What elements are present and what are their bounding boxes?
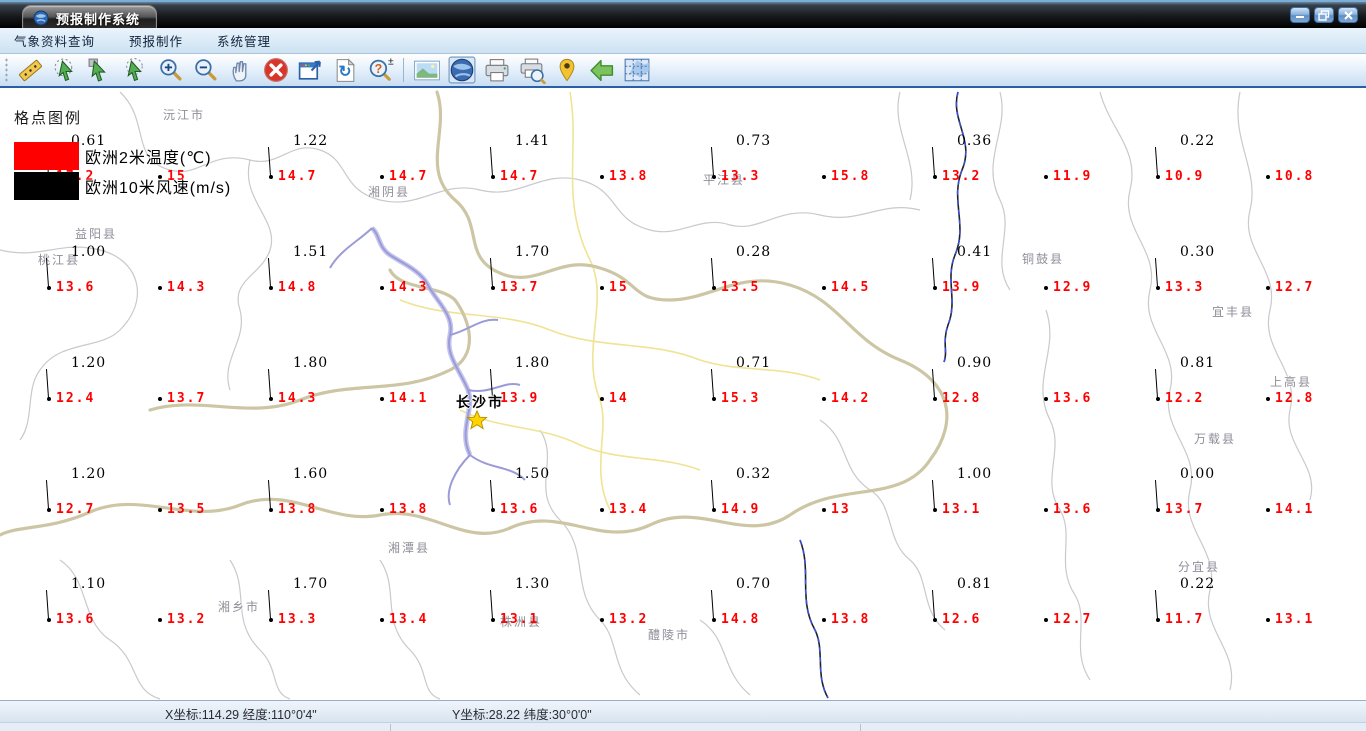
legend-title: 格点图例 (14, 110, 83, 127)
grid-data-icon (624, 58, 649, 82)
print-preview-button[interactable] (514, 55, 549, 85)
app-globe-icon (33, 10, 49, 26)
status-x-coordinate: X坐标:114.29 经度:110°0'4" (165, 708, 317, 722)
measure-ruler-icon (18, 59, 43, 81)
grid-data-button[interactable] (619, 55, 654, 85)
svg-text:±: ± (388, 57, 394, 67)
zoom-in-icon (160, 58, 182, 80)
close-button[interactable] (1338, 7, 1358, 23)
menu-system-management[interactable]: 系统管理 (217, 31, 271, 50)
print-icon (485, 58, 508, 81)
legend-item-temperature: 欧洲2米温度(℃) (14, 141, 231, 171)
measure-ruler-button[interactable] (13, 55, 48, 85)
back-arrow-button[interactable] (584, 55, 619, 85)
titlebar: 预报制作系统 (0, 0, 1366, 30)
identify-query-icon: ? ± (369, 57, 394, 81)
stop-icon (263, 58, 288, 82)
toolbar: ↻ ? ± (0, 54, 1366, 88)
image-export-button[interactable] (409, 55, 444, 85)
status-strip-separator (860, 724, 861, 731)
toolbar-separator (403, 58, 404, 82)
export-window-button[interactable] (293, 55, 328, 85)
menu-forecast-making[interactable]: 预报制作 (129, 31, 183, 50)
capital-star-icon (466, 410, 488, 430)
zoom-in-button[interactable] (153, 55, 188, 85)
select-arrow-icon (88, 58, 106, 82)
app-title: 预报制作系统 (56, 11, 141, 27)
print-button[interactable] (479, 55, 514, 85)
restore-icon (1318, 9, 1330, 21)
zoom-out-icon (195, 58, 217, 80)
minimize-icon (1296, 16, 1304, 18)
refresh-button[interactable]: ↻ (328, 55, 363, 85)
status-strip (0, 722, 1366, 731)
close-icon (1343, 10, 1353, 20)
select-features-button[interactable] (48, 55, 83, 85)
pan-hand-icon (232, 60, 247, 82)
map-legend: 格点图例 欧洲2米温度(℃) 欧洲10米风速(m/s) (14, 107, 231, 201)
identify-button[interactable]: ? ± (363, 55, 398, 85)
select-features-icon (54, 58, 73, 81)
location-pin-icon (559, 58, 574, 82)
legend-item-wind: 欧洲10米风速(m/s) (14, 171, 231, 201)
toolbar-grip[interactable] (4, 57, 9, 83)
menu-weather-data-query[interactable]: 气象资料查询 (14, 31, 95, 50)
statusbar: X坐标:114.29 经度:110°0'4" Y坐标:28.22 纬度:30°0… (0, 700, 1366, 722)
menubar: 气象资料查询 预报制作 系统管理 (0, 28, 1366, 54)
zoom-out-button[interactable] (188, 55, 223, 85)
app-window: 预报制作系统 气象资料查询 预报制作 系统管理 ↻ ? ± 沅江市 湘阴县 平江… (0, 0, 1366, 731)
export-window-icon (298, 60, 321, 80)
print-preview-icon (520, 58, 546, 84)
deselect-button[interactable] (118, 55, 153, 85)
minimize-button[interactable] (1290, 7, 1310, 23)
app-title-tab: 预报制作系统 (22, 5, 158, 30)
refresh-page-icon: ↻ (336, 57, 356, 82)
legend-label-wind: 欧洲10米风速(m/s) (85, 180, 232, 197)
stop-button[interactable] (258, 55, 293, 85)
svg-text:↻: ↻ (338, 63, 351, 80)
capital-city-label: 长沙市 (456, 394, 504, 410)
image-icon (413, 60, 440, 80)
legend-label-temperature: 欧洲2米温度(℃) (85, 150, 212, 167)
globe-view-button[interactable] (444, 55, 479, 85)
restore-button[interactable] (1314, 7, 1334, 23)
globe-icon (448, 56, 475, 84)
status-y-coordinate: Y坐标:28.22 纬度:30°0'0" (452, 708, 592, 722)
legend-swatch-temperature (14, 142, 79, 170)
location-pin-button[interactable] (549, 55, 584, 85)
window-controls (1290, 7, 1358, 23)
deselect-icon (126, 57, 143, 81)
select-arrow-button[interactable] (83, 55, 118, 85)
svg-text:?: ? (374, 62, 382, 76)
legend-swatch-wind (14, 172, 79, 200)
status-strip-separator (390, 724, 391, 731)
back-arrow-icon (589, 59, 613, 81)
pan-button[interactable] (223, 55, 258, 85)
